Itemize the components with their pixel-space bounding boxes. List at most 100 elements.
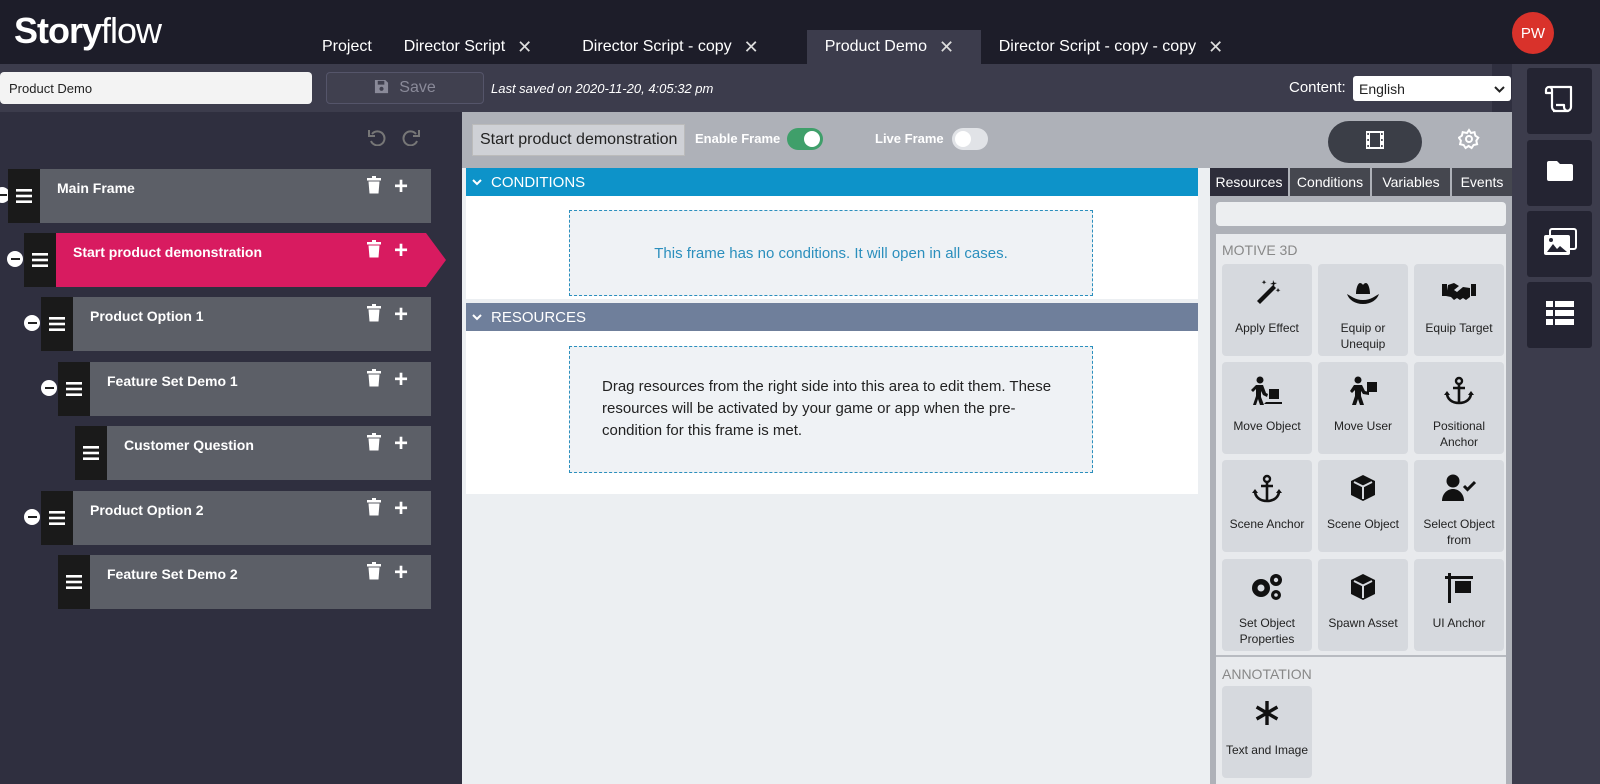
tab-director-script[interactable]: Director Script ✕ (386, 30, 546, 64)
node-body: Feature Set Demo 2 + (90, 555, 431, 609)
conditions-header[interactable]: CONDITIONS (466, 168, 1198, 196)
trash-icon[interactable] (367, 304, 381, 327)
list-icon (1545, 300, 1574, 330)
user-avatar[interactable]: PW (1512, 12, 1554, 54)
tree-node-start-product-demonstration[interactable]: Start product demonstration + (24, 233, 454, 287)
close-icon[interactable]: ✕ (744, 37, 759, 58)
resource-set-object-properties[interactable]: Set Object Properties (1222, 559, 1312, 651)
redo-icon[interactable] (402, 128, 420, 152)
tab-label: Project (322, 38, 372, 55)
tab-variables[interactable]: Variables (1372, 168, 1450, 196)
add-child-icon[interactable]: + (394, 368, 408, 392)
resource-label: Text and Image (1225, 743, 1309, 757)
enable-frame-toggle[interactable] (787, 128, 823, 150)
drag-handle-icon[interactable] (41, 491, 73, 545)
handshake-icon (1414, 278, 1504, 304)
drag-handle-icon[interactable] (8, 169, 40, 223)
trash-icon[interactable] (367, 176, 381, 199)
close-icon[interactable]: ✕ (939, 37, 954, 58)
list-view-button[interactable] (1527, 282, 1592, 348)
tree-node-main-frame[interactable]: Main Frame + (8, 169, 431, 223)
collapse-icon[interactable] (24, 315, 40, 331)
add-child-icon[interactable]: + (394, 239, 408, 263)
add-child-icon[interactable]: + (394, 303, 408, 327)
frame-title-field[interactable]: Start product demonstration (472, 124, 686, 156)
sign-icon (1414, 573, 1504, 603)
resource-search-input[interactable] (1216, 202, 1506, 226)
resource-ui-anchor[interactable]: UI Anchor (1414, 559, 1504, 651)
resource-equip-target[interactable]: Equip Target (1414, 264, 1504, 356)
save-button[interactable]: Save (326, 72, 484, 104)
resource-move-user[interactable]: Move User (1318, 362, 1408, 454)
resources-title: RESOURCES (491, 308, 587, 326)
add-child-icon[interactable]: + (394, 175, 408, 199)
media-button[interactable] (1527, 211, 1592, 277)
collapse-icon[interactable] (24, 509, 40, 525)
trash-icon[interactable] (367, 498, 381, 521)
tab-conditions[interactable]: Conditions (1290, 168, 1370, 196)
cube-icon (1318, 474, 1408, 502)
tab-label: Director Script - copy - copy (998, 38, 1197, 55)
chevron-down-icon (1494, 81, 1505, 97)
resources-header[interactable]: RESOURCES (466, 303, 1198, 331)
trash-icon[interactable] (367, 240, 381, 263)
language-select[interactable]: English (1353, 76, 1511, 101)
close-icon[interactable]: ✕ (517, 37, 532, 58)
gear-icon[interactable] (1457, 128, 1480, 155)
resource-apply-effect[interactable]: Apply Effect (1222, 264, 1312, 356)
drag-handle-icon[interactable] (58, 362, 90, 416)
resource-equip-or-unequip[interactable]: Equip or Unequip (1318, 264, 1408, 356)
trash-icon[interactable] (367, 433, 381, 456)
drag-handle-icon[interactable] (41, 297, 73, 351)
resource-scene-object[interactable]: Scene Object (1318, 460, 1408, 552)
tree-node-customer-question[interactable]: Customer Question + (75, 426, 431, 480)
script-button[interactable] (1527, 68, 1592, 134)
tab-resources[interactable]: Resources (1210, 168, 1288, 196)
tab-events[interactable]: Events (1452, 168, 1512, 196)
close-icon[interactable]: ✕ (1208, 37, 1223, 58)
film-button[interactable] (1328, 121, 1422, 163)
add-child-icon[interactable]: + (394, 561, 408, 585)
node-body: Feature Set Demo 1 + (90, 362, 431, 416)
files-button[interactable] (1527, 140, 1592, 206)
tab-project[interactable]: Project (312, 30, 386, 64)
tab-director-script-copy-copy[interactable]: Director Script - copy - copy ✕ (981, 30, 1237, 64)
resource-text-and-image[interactable]: Text and Image (1222, 686, 1312, 778)
resources-drop-area[interactable]: Drag resources from the right side into … (569, 346, 1093, 473)
script-scroll-icon (1543, 84, 1577, 119)
conditions-drop-area[interactable]: This frame has no conditions. It will op… (569, 210, 1093, 296)
drag-handle-icon[interactable] (58, 555, 90, 609)
node-label: Main Frame (57, 180, 135, 196)
tab-director-script-copy[interactable]: Director Script - copy ✕ (546, 30, 772, 64)
resource-spawn-asset[interactable]: Spawn Asset (1318, 559, 1408, 651)
collapse-icon[interactable] (7, 251, 23, 267)
add-child-icon[interactable]: + (394, 432, 408, 456)
tree-node-feature-set-demo-2[interactable]: Feature Set Demo 2 + (58, 555, 431, 609)
node-label: Product Option 1 (90, 308, 204, 324)
resource-move-object[interactable]: Move Object (1222, 362, 1312, 454)
collapse-icon[interactable] (41, 380, 57, 396)
project-name-input[interactable] (0, 72, 312, 104)
resource-positional-anchor[interactable]: Positional Anchor (1414, 362, 1504, 454)
resource-label: Move User (1333, 419, 1392, 433)
trash-icon[interactable] (367, 562, 381, 585)
tab-product-demo[interactable]: Product Demo ✕ (806, 30, 981, 64)
drag-handle-icon[interactable] (75, 426, 107, 480)
resource-label: Equip or Unequip (1340, 321, 1386, 351)
tree-node-feature-set-demo-1[interactable]: Feature Set Demo 1 + (58, 362, 431, 416)
resource-select-object-from[interactable]: Select Object from (1414, 460, 1504, 552)
tree-node-product-option-2[interactable]: Product Option 2 + (41, 491, 431, 545)
undo-icon[interactable] (368, 128, 386, 152)
live-frame-toggle[interactable] (952, 128, 988, 150)
trash-icon[interactable] (367, 369, 381, 392)
tree-node-product-option-1[interactable]: Product Option 1 + (41, 297, 431, 351)
conditions-title: CONDITIONS (491, 173, 586, 191)
resource-scene-anchor[interactable]: Scene Anchor (1222, 460, 1312, 552)
add-child-icon[interactable]: + (394, 497, 408, 521)
top-bar: Storyflow Project Director Script ✕ Dire… (0, 0, 1600, 64)
app-logo[interactable]: Storyflow (14, 10, 162, 52)
chevron-down-icon (472, 310, 482, 324)
drag-handle-icon[interactable] (24, 233, 56, 287)
enable-frame-label: Enable Frame (695, 131, 781, 146)
node-body: Product Option 2 + (73, 491, 431, 545)
